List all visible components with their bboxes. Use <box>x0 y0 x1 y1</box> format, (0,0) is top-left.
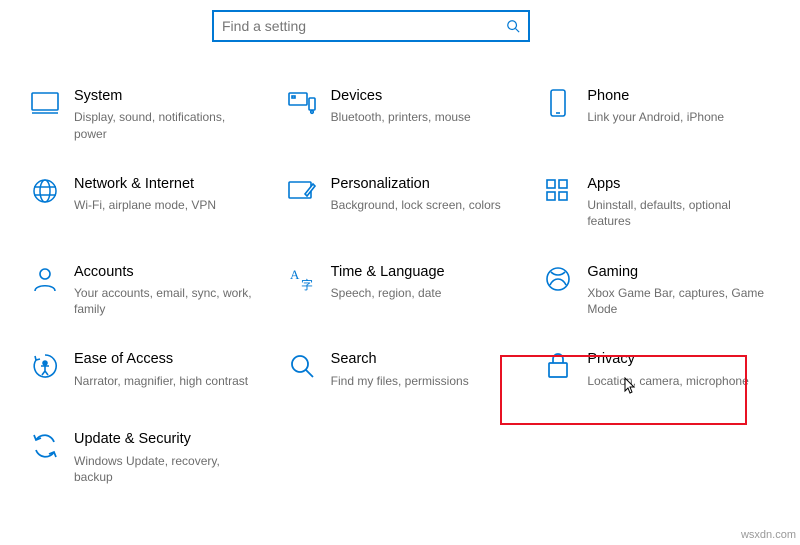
tile-network[interactable]: Network & Internet Wi-Fi, airplane mode,… <box>20 168 267 236</box>
tile-title: Apps <box>587 176 772 193</box>
tile-phone[interactable]: Phone Link your Android, iPhone <box>533 80 780 148</box>
search-placeholder: Find a setting <box>222 18 506 34</box>
tile-title: Accounts <box>74 264 259 281</box>
search-input[interactable]: Find a setting <box>212 10 530 42</box>
tile-title: Time & Language <box>331 264 516 281</box>
tile-search[interactable]: Search Find my files, permissions <box>277 343 524 403</box>
magnifier-icon <box>285 349 319 383</box>
tile-desc: Uninstall, defaults, optional features <box>587 197 767 229</box>
xbox-icon <box>541 262 575 296</box>
tile-personalization[interactable]: Personalization Background, lock screen,… <box>277 168 524 236</box>
sync-icon <box>28 429 62 463</box>
svg-text:字: 字 <box>301 277 313 292</box>
tile-time-language[interactable]: A 字 Time & Language Speech, region, date <box>277 256 524 324</box>
settings-grid: System Display, sound, notifications, po… <box>0 50 800 491</box>
tile-title: Search <box>331 351 516 368</box>
tile-desc: Speech, region, date <box>331 285 511 301</box>
devices-icon <box>285 86 319 120</box>
tile-title: Update & Security <box>74 431 259 448</box>
tile-ease-of-access[interactable]: Ease of Access Narrator, magnifier, high… <box>20 343 267 403</box>
tile-devices[interactable]: Devices Bluetooth, printers, mouse <box>277 80 524 148</box>
tile-title: Privacy <box>587 351 772 368</box>
tile-desc: Location, camera, microphone <box>587 373 767 389</box>
tile-title: Devices <box>331 88 516 105</box>
tile-gaming[interactable]: Gaming Xbox Game Bar, captures, Game Mod… <box>533 256 780 324</box>
tile-apps[interactable]: Apps Uninstall, defaults, optional featu… <box>533 168 780 236</box>
tile-desc: Xbox Game Bar, captures, Game Mode <box>587 285 767 317</box>
ease-of-access-icon <box>28 349 62 383</box>
tile-title: Ease of Access <box>74 351 259 368</box>
tile-update-security[interactable]: Update & Security Windows Update, recove… <box>20 423 267 491</box>
tile-title: Network & Internet <box>74 176 259 193</box>
tile-desc: Narrator, magnifier, high contrast <box>74 373 254 389</box>
tile-desc: Bluetooth, printers, mouse <box>331 109 511 125</box>
tile-desc: Background, lock screen, colors <box>331 197 511 213</box>
apps-icon <box>541 174 575 208</box>
lock-icon <box>541 349 575 383</box>
tile-title: Gaming <box>587 264 772 281</box>
svg-text:A: A <box>290 267 300 282</box>
language-icon: A 字 <box>285 262 319 296</box>
tile-desc: Windows Update, recovery, backup <box>74 453 254 485</box>
tile-desc: Wi-Fi, airplane mode, VPN <box>74 197 254 213</box>
tile-title: Phone <box>587 88 772 105</box>
search-icon <box>506 19 520 33</box>
tile-title: System <box>74 88 259 105</box>
globe-icon <box>28 174 62 208</box>
tile-title: Personalization <box>331 176 516 193</box>
tile-desc: Your accounts, email, sync, work, family <box>74 285 254 317</box>
tile-desc: Link your Android, iPhone <box>587 109 767 125</box>
tile-system[interactable]: System Display, sound, notifications, po… <box>20 80 267 148</box>
person-icon <box>28 262 62 296</box>
tile-accounts[interactable]: Accounts Your accounts, email, sync, wor… <box>20 256 267 324</box>
tile-desc: Find my files, permissions <box>331 373 511 389</box>
phone-icon <box>541 86 575 120</box>
tile-privacy[interactable]: Privacy Location, camera, microphone <box>533 343 780 403</box>
display-icon <box>28 86 62 120</box>
watermark: wsxdn.com <box>741 529 796 541</box>
paintbrush-icon <box>285 174 319 208</box>
tile-desc: Display, sound, notifications, power <box>74 109 254 141</box>
